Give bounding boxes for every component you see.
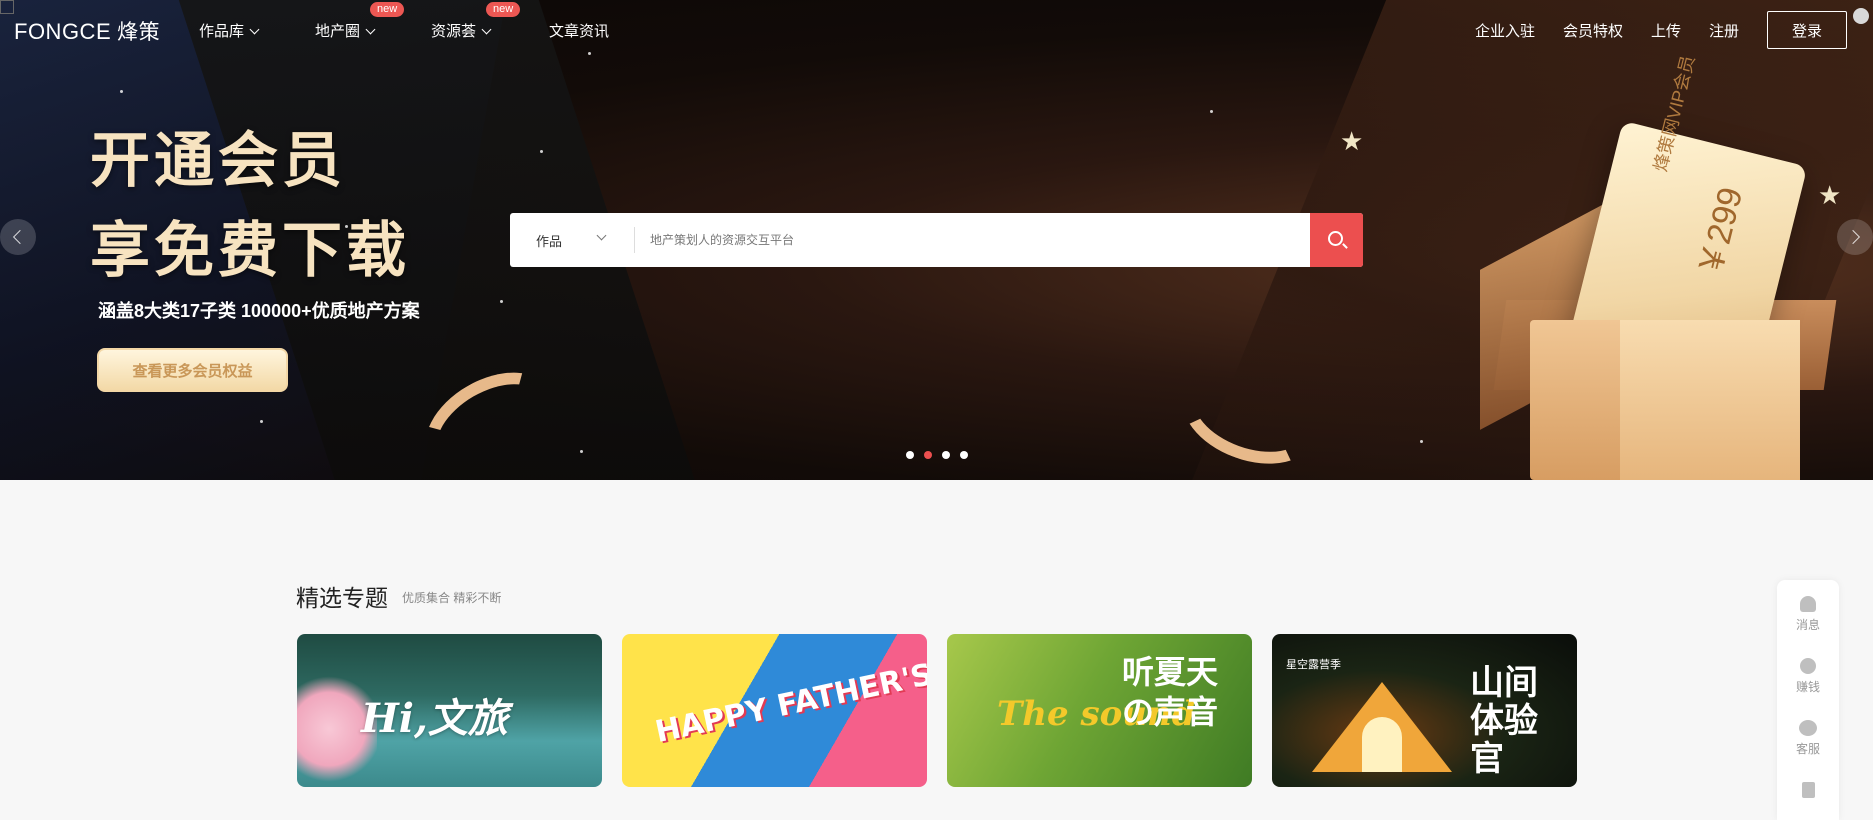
- gift-box-side: [1620, 320, 1800, 480]
- logo-en: FONGCE: [14, 19, 112, 44]
- messages-button[interactable]: 消息: [1777, 596, 1839, 633]
- carousel-indicators: [906, 451, 968, 459]
- tent-illustration: [1312, 682, 1452, 772]
- document-icon: [1801, 782, 1815, 798]
- carousel-dot[interactable]: [960, 451, 968, 459]
- sparkle: [540, 150, 543, 153]
- hero-subline: 涵盖8大类17子类 100000+优质地产方案: [98, 301, 420, 321]
- nav-resources-label: 资源荟: [431, 23, 477, 40]
- nav-membership-link[interactable]: 会员特权: [1563, 20, 1623, 41]
- star-icon: ★: [1818, 180, 1842, 210]
- earn-label: 赚钱: [1795, 680, 1820, 694]
- nav-register-link[interactable]: 注册: [1709, 20, 1739, 41]
- nav-realestate[interactable]: new 地产圈: [315, 2, 405, 41]
- new-badge: new: [486, 2, 521, 17]
- search-category-select[interactable]: 作品: [536, 231, 562, 250]
- floating-toolbar: 消息 赚钱 客服: [1777, 580, 1839, 820]
- support-label: 客服: [1795, 742, 1820, 756]
- sparkle: [500, 300, 503, 303]
- document-button[interactable]: [1777, 782, 1839, 802]
- nav-works-label: 作品库: [199, 23, 245, 40]
- sparkle: [120, 90, 123, 93]
- logo-cn: 烽策: [117, 21, 161, 44]
- support-button[interactable]: 客服: [1777, 720, 1839, 757]
- login-button[interactable]: 登录: [1767, 11, 1847, 49]
- divider: [634, 227, 635, 253]
- carousel-dot-active[interactable]: [924, 451, 932, 459]
- sparkle: [1420, 440, 1423, 443]
- coins-icon: [1800, 658, 1816, 674]
- topic-card[interactable]: 星空露营季 山间体验官: [1272, 634, 1577, 787]
- scroll-handle[interactable]: [1853, 8, 1869, 24]
- nav-enterprise-link[interactable]: 企业入驻: [1475, 20, 1535, 41]
- section-subtitle: 优质集合 精彩不断: [402, 591, 502, 605]
- search-icon: [1328, 231, 1343, 246]
- member-benefits-button[interactable]: 查看更多会员权益: [97, 348, 288, 392]
- chevron-down-icon: [249, 24, 260, 35]
- carousel-prev-button[interactable]: [0, 219, 36, 255]
- nav-works[interactable]: 作品库: [199, 20, 260, 41]
- vip-card-price: ￥299: [1691, 183, 1751, 281]
- hero-headline-1: 开通会员: [90, 126, 346, 196]
- nav-upload-link[interactable]: 上传: [1651, 20, 1681, 41]
- hero-banner: ★ ★ 烽策网VIP会员 ￥299 开通会员 享免费下载 涵盖8大类17子类 1…: [0, 0, 1873, 480]
- search-bar: 作品: [510, 213, 1363, 267]
- hero-headline-2: 享免费下载: [90, 216, 410, 286]
- section-title: 精选专题: [296, 585, 388, 611]
- chevron-down-icon: [365, 24, 376, 35]
- nav-articles[interactable]: 文章资讯: [549, 20, 609, 41]
- carousel-next-button[interactable]: [1837, 219, 1873, 255]
- nav-realestate-label: 地产圈: [315, 23, 361, 40]
- carousel-dot[interactable]: [942, 451, 950, 459]
- topic-card[interactable]: Hi,文旅: [297, 634, 602, 787]
- sparkle: [1210, 110, 1213, 113]
- topic-card-title: 听夏天の声音: [1122, 654, 1219, 730]
- new-badge: new: [370, 2, 405, 17]
- messages-label: 消息: [1795, 618, 1820, 632]
- window-corner-icon: [0, 0, 14, 14]
- topic-card-title: 山间体验官: [1470, 664, 1538, 778]
- topic-card[interactable]: The sound 听夏天の声音: [947, 634, 1252, 787]
- bell-icon: [1800, 596, 1816, 612]
- logo[interactable]: FONGCE 烽策: [14, 16, 160, 46]
- search-button[interactable]: [1310, 213, 1363, 267]
- earn-button[interactable]: 赚钱: [1777, 658, 1839, 695]
- star-icon: ★: [1340, 126, 1364, 156]
- topic-card-tag: 星空露营季: [1286, 659, 1341, 671]
- chevron-down-icon: [481, 24, 492, 35]
- sparkle: [580, 450, 583, 453]
- topic-card-title: HAPPY FATHER'S DAY: [652, 641, 927, 751]
- sparkle: [260, 420, 263, 423]
- carousel-dot[interactable]: [906, 451, 914, 459]
- top-nav: FONGCE 烽策 作品库 new 地产圈 new 资源荟 文章资讯 企业入驻 会…: [0, 0, 1873, 60]
- nav-resources[interactable]: new 资源荟: [431, 2, 521, 41]
- topic-card-title: Hi,文旅: [361, 695, 508, 742]
- search-input[interactable]: [650, 213, 1290, 267]
- topic-card[interactable]: HAPPY FATHER'S DAY: [622, 634, 927, 787]
- chevron-down-icon[interactable]: [596, 230, 607, 241]
- chat-icon: [1799, 720, 1817, 736]
- nav-articles-label: 文章资讯: [549, 23, 610, 40]
